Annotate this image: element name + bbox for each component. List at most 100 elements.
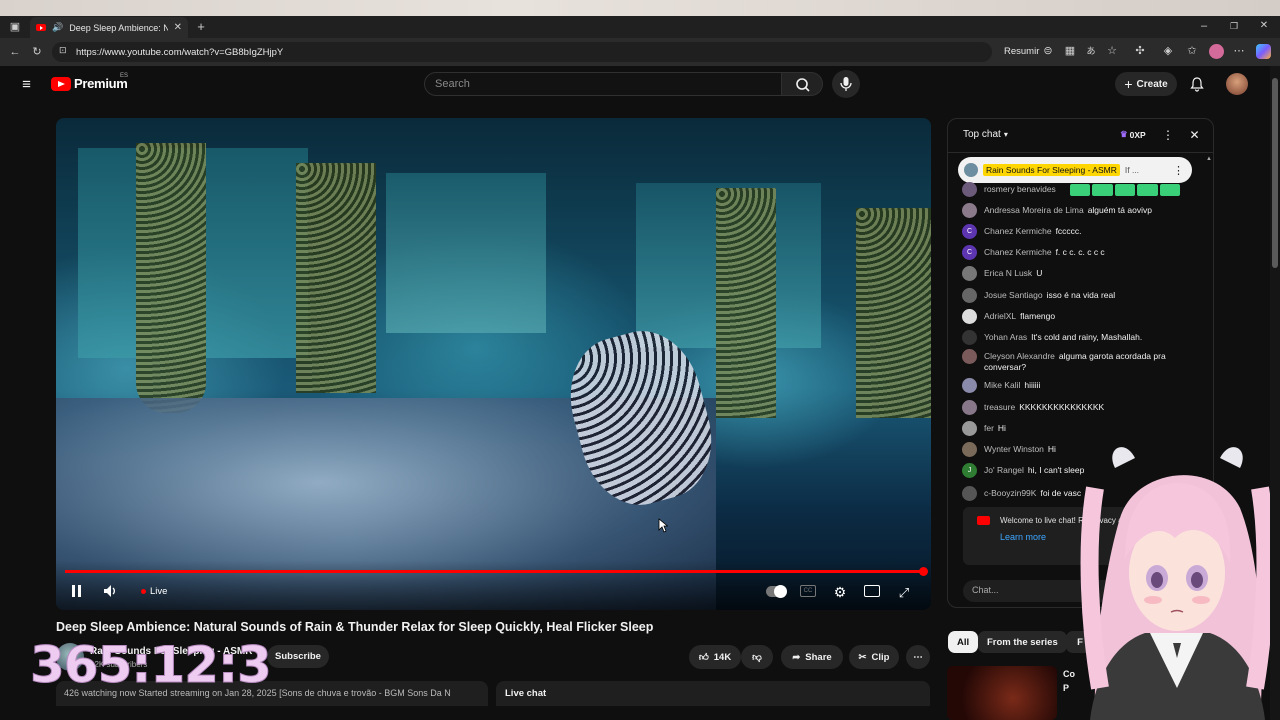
chat-author-name[interactable]: Cleyson Alexandre bbox=[984, 351, 1055, 361]
performance-icon[interactable]: ◈ bbox=[1162, 45, 1174, 57]
close-tab-icon[interactable]: ✕ bbox=[174, 22, 182, 33]
pause-button[interactable] bbox=[71, 584, 83, 601]
favorites-bar-icon[interactable]: ✩ bbox=[1186, 45, 1198, 57]
progress-scrubber[interactable] bbox=[919, 567, 928, 576]
account-avatar[interactable] bbox=[1226, 73, 1248, 95]
progress-bar[interactable] bbox=[65, 570, 923, 573]
volume-button[interactable] bbox=[103, 584, 119, 601]
chat-options-icon[interactable]: ⋮ bbox=[1162, 129, 1174, 141]
browser-tab[interactable]: 🔊 Deep Sleep Ambience: Natural Sounds of… bbox=[30, 17, 188, 38]
chat-message[interactable]: Mike Kalil hiiiiii bbox=[962, 378, 1197, 393]
translate-icon[interactable]: あ bbox=[1085, 45, 1097, 57]
more-actions-button[interactable]: ⋯ bbox=[906, 645, 930, 669]
favorite-star-icon[interactable]: ☆ bbox=[1106, 45, 1118, 57]
chat-author-avatar[interactable] bbox=[962, 330, 977, 345]
menu-icon[interactable]: ≡ bbox=[19, 77, 34, 92]
chip-all[interactable]: All bbox=[948, 631, 979, 653]
chat-message[interactable]: C Chanez Kermiche fccccc. bbox=[962, 224, 1197, 239]
recommended-thumbnail[interactable] bbox=[947, 666, 1057, 720]
reader-icon[interactable]: ⊜ bbox=[1042, 45, 1054, 57]
share-button[interactable]: ➦ Share bbox=[781, 645, 843, 669]
captions-icon[interactable]: CC bbox=[800, 585, 816, 597]
youtube-logo-icon[interactable] bbox=[51, 77, 71, 91]
chat-author-name[interactable]: Mike Kalil bbox=[984, 380, 1020, 390]
copilot-icon[interactable] bbox=[1256, 44, 1271, 59]
subscribe-button[interactable]: Subscribe bbox=[267, 645, 329, 668]
back-icon[interactable]: ← bbox=[8, 45, 22, 59]
chat-message[interactable]: Andressa Moreira de Lima alguém tá aovivp bbox=[962, 203, 1197, 218]
chat-author-avatar[interactable] bbox=[962, 203, 977, 218]
chat-message[interactable]: C Chanez Kermiche f. c c. c. c c c bbox=[962, 245, 1197, 260]
chat-author-name[interactable]: Chanez Kermiche bbox=[984, 247, 1052, 257]
dislike-button[interactable]: 👎︎ bbox=[741, 645, 773, 669]
chat-author-name[interactable]: Josue Santiago bbox=[984, 290, 1043, 300]
chat-author-avatar[interactable] bbox=[962, 266, 977, 281]
pinned-options-icon[interactable]: ⋮ bbox=[1173, 164, 1184, 177]
chat-author-name[interactable]: Yohan Aras bbox=[984, 332, 1027, 342]
search-input[interactable]: Search bbox=[424, 72, 782, 96]
chat-mode-dropdown[interactable]: Top chat ▾ bbox=[963, 129, 1008, 140]
video-player[interactable] bbox=[56, 118, 931, 610]
chat-author-name[interactable]: Wynter Winston bbox=[984, 444, 1044, 454]
grid-icon[interactable]: ▦ bbox=[1064, 45, 1076, 57]
chat-author-avatar[interactable] bbox=[962, 442, 977, 457]
close-window-icon[interactable]: ✕ bbox=[1258, 20, 1270, 32]
extensions-icon[interactable]: ✣ bbox=[1134, 45, 1146, 57]
chat-author-name[interactable]: fer bbox=[984, 423, 994, 433]
chat-author-avatar[interactable] bbox=[962, 486, 977, 501]
close-chat-icon[interactable]: ✕ bbox=[1188, 128, 1201, 141]
chat-author-avatar[interactable]: J bbox=[962, 463, 977, 478]
chat-author-name[interactable]: Chanez Kermiche bbox=[984, 226, 1052, 236]
live-chat-replay-bar[interactable]: Live chat bbox=[496, 681, 930, 706]
create-button[interactable]: + Create bbox=[1115, 72, 1177, 96]
chat-author-avatar[interactable] bbox=[962, 400, 977, 415]
pinned-message[interactable]: Rain Sounds For Sleeping - ASMR If ... ⋮ bbox=[958, 157, 1192, 183]
minimize-icon[interactable]: – bbox=[1198, 20, 1210, 32]
tab-actions-icon[interactable]: ▣ bbox=[8, 20, 22, 34]
chat-author-name[interactable]: AdrielXL bbox=[984, 311, 1016, 321]
notifications-button[interactable] bbox=[1189, 76, 1205, 97]
xp-badge[interactable]: ♛ 0XP bbox=[1120, 129, 1146, 140]
search-button[interactable] bbox=[781, 72, 823, 96]
chat-author-avatar[interactable] bbox=[962, 182, 977, 197]
profile-avatar[interactable] bbox=[1209, 44, 1224, 59]
chat-message[interactable]: Josue Santiago isso é na vida real bbox=[962, 288, 1197, 303]
refresh-icon[interactable]: ↻ bbox=[30, 45, 44, 59]
restore-icon[interactable]: ❐ bbox=[1228, 20, 1240, 32]
voice-search-button[interactable] bbox=[832, 70, 860, 98]
chat-message[interactable]: treasure KKKKKKKKKKKKKKK bbox=[962, 400, 1197, 415]
like-button[interactable]: 👍︎ 14K bbox=[689, 645, 741, 669]
chat-author-name[interactable]: Erica N Lusk bbox=[984, 268, 1032, 278]
chat-scroll-up-icon[interactable]: ▲ bbox=[1205, 155, 1213, 163]
chat-author-name[interactable]: Jo' Rangel bbox=[984, 465, 1024, 475]
settings-gear-icon[interactable]: ⚙ bbox=[832, 584, 848, 600]
chat-author-avatar[interactable] bbox=[962, 421, 977, 436]
url-field[interactable]: ⊡ https://www.youtube.com/watch?v=GB8bIg… bbox=[52, 42, 992, 62]
chat-author-avatar[interactable]: C bbox=[962, 224, 977, 239]
chat-author-avatar[interactable] bbox=[962, 349, 977, 364]
chat-author-name[interactable]: treasure bbox=[984, 402, 1015, 412]
clip-button[interactable]: ✂ Clip bbox=[849, 645, 899, 669]
theater-mode-icon[interactable] bbox=[864, 585, 880, 597]
new-tab-icon[interactable]: + bbox=[194, 19, 208, 33]
chat-author-avatar[interactable]: C bbox=[962, 245, 977, 260]
more-menu-icon[interactable]: ⋯ bbox=[1233, 45, 1245, 57]
chat-author-avatar[interactable] bbox=[962, 288, 977, 303]
page-scrollbar-thumb[interactable] bbox=[1272, 78, 1278, 268]
chat-author-avatar[interactable] bbox=[962, 378, 977, 393]
chat-author-name[interactable]: rosmery benavides bbox=[984, 184, 1056, 194]
speaker-icon[interactable]: 🔊 bbox=[52, 23, 63, 32]
chat-message[interactable]: Cleyson Alexandre alguma garota acordada … bbox=[962, 349, 1197, 373]
chat-author-name[interactable]: c-Booyzin99K bbox=[984, 488, 1036, 498]
chat-message[interactable]: AdrielXL flamengo bbox=[962, 309, 1197, 324]
autoplay-toggle[interactable] bbox=[766, 585, 787, 598]
chat-author-avatar[interactable] bbox=[962, 309, 977, 324]
chip-from-series[interactable]: From the series bbox=[978, 631, 1067, 653]
fullscreen-icon[interactable]: ⤢ bbox=[896, 584, 912, 600]
chat-message[interactable]: Yohan Aras It's cold and rainy, Mashallah… bbox=[962, 330, 1197, 345]
site-info-icon[interactable]: ⊡ bbox=[59, 46, 67, 55]
chat-author-name[interactable]: Andressa Moreira de Lima bbox=[984, 205, 1084, 215]
resumir-button[interactable]: Resumir bbox=[1004, 46, 1039, 57]
chat-message[interactable]: Erica N Lusk U bbox=[962, 266, 1197, 281]
live-indicator[interactable]: Live bbox=[141, 586, 167, 597]
